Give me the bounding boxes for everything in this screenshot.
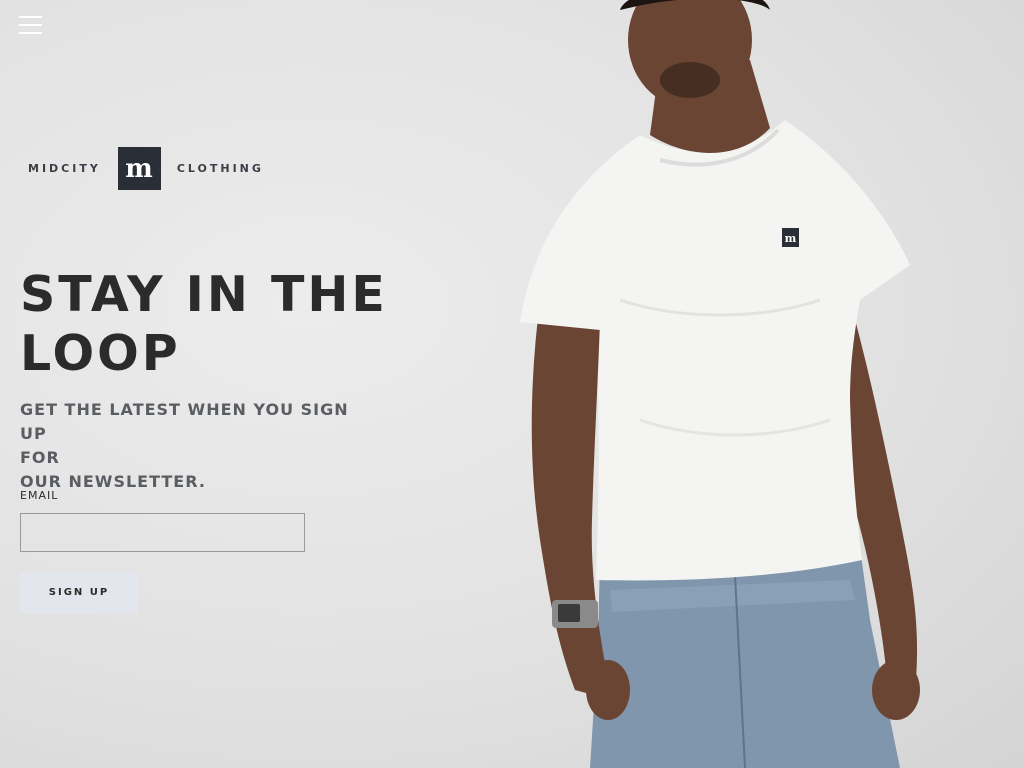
logo-m-glyph: m bbox=[126, 156, 154, 182]
subhead-line: FOR bbox=[20, 448, 60, 467]
email-label: EMAIL bbox=[20, 489, 59, 502]
menu-bar bbox=[19, 32, 42, 34]
menu-bar bbox=[19, 16, 42, 18]
email-field[interactable] bbox=[20, 513, 305, 552]
hamburger-menu-icon[interactable] bbox=[19, 15, 43, 35]
subhead-line: GET THE LATEST WHEN YOU SIGN UP bbox=[20, 400, 349, 443]
menu-bar bbox=[19, 24, 42, 26]
logo-mark-icon: m bbox=[117, 147, 161, 190]
logo-word-right: CLOTHING bbox=[176, 162, 264, 175]
logo-word-left: MIDCITY bbox=[28, 162, 101, 175]
headline-line: STAY IN THE bbox=[20, 266, 388, 323]
svg-text:m: m bbox=[785, 232, 797, 245]
headline-line: LOOP bbox=[20, 325, 181, 382]
svg-text:m: m bbox=[126, 156, 154, 182]
model-photo: m bbox=[520, 0, 920, 768]
newsletter-subtitle: GET THE LATEST WHEN YOU SIGN UP FOR OUR … bbox=[20, 398, 365, 494]
page-title: STAY IN THE LOOP bbox=[20, 265, 440, 383]
sign-up-button[interactable]: SIGN UP bbox=[20, 572, 138, 613]
brand-logo[interactable]: MIDCITY m CLOTHING bbox=[28, 147, 264, 190]
